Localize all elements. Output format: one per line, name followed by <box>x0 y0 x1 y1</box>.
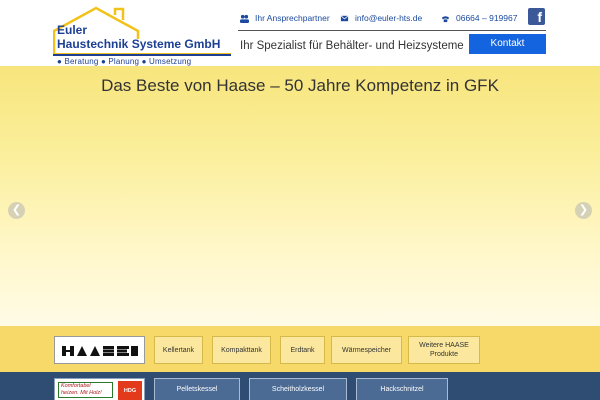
site-header: Euler Haustechnik Systeme GmbH ● Beratun… <box>0 0 600 66</box>
hero-slider: Das Beste von Haase – 50 Jahre Kompetenz… <box>0 66 600 326</box>
logo-name-line1: Euler <box>57 23 88 37</box>
contact-partner-label: Ihr Ansprechpartner <box>255 13 330 23</box>
slider-title: Das Beste von Haase – 50 Jahre Kompetenz… <box>101 76 499 95</box>
phone-icon <box>441 15 450 22</box>
haase-wordmark-icon <box>61 345 139 357</box>
kontakt-button[interactable]: Kontakt <box>469 34 546 54</box>
product-button-weitere-haase[interactable]: Weitere HAASE Produkte <box>408 336 480 364</box>
product-button-hackschnitzel[interactable]: Hackschnitzel <box>356 378 448 400</box>
contact-phone-link[interactable]: 06664 – 919967 <box>441 13 517 23</box>
company-logo[interactable]: Euler Haustechnik Systeme GmbH ● Beratun… <box>53 5 231 66</box>
chevron-left-icon[interactable]: ❮ <box>8 202 25 219</box>
product-button-pelletskessel[interactable]: Pelletskessel <box>154 378 240 400</box>
product-button-scheitholzkessel[interactable]: Scheitholzkessel <box>249 378 347 400</box>
hdg-logo[interactable]: Komfortabel heizen. Mit Holz! HDG <box>54 378 145 400</box>
contact-email-link[interactable]: info@euler-hts.de <box>340 13 422 23</box>
product-button-kellertank[interactable]: Kellertank <box>154 336 203 364</box>
chevron-right-icon[interactable]: ❯ <box>575 202 592 219</box>
hdg-product-row: Komfortabel heizen. Mit Holz! HDG Pellet… <box>0 372 600 400</box>
logo-name-line2: Haustechnik Systeme GmbH <box>57 37 221 51</box>
hdg-slogan-line2: heizen. Mit Holz! <box>61 390 102 396</box>
facebook-icon[interactable]: f <box>528 8 545 25</box>
product-button-erdtank[interactable]: Erdtank <box>280 336 325 364</box>
contact-phone: 06664 – 919967 <box>456 13 518 23</box>
product-button-kompakttank[interactable]: Kompakttank <box>212 336 271 364</box>
hdg-slogan-line1: Komfortabel <box>61 383 91 389</box>
contact-email: info@euler-hts.de <box>355 13 423 23</box>
haase-logo[interactable] <box>54 336 145 364</box>
header-divider <box>238 30 546 31</box>
product-button-waermespeicher[interactable]: Wärmespeicher <box>331 336 402 364</box>
envelope-icon <box>340 15 349 21</box>
logo-tagline: ● Beratung ● Planung ● Umsetzung <box>57 57 192 66</box>
hdg-badge-icon: HDG <box>118 381 142 400</box>
contact-partner-link[interactable]: Ihr Ansprechpartner <box>240 13 330 23</box>
logo-underline <box>53 54 231 56</box>
header-tagline: Ihr Spezialist für Behälter- und Heizsys… <box>240 40 464 52</box>
haase-product-row: Kellertank Kompakttank Erdtank Wärmespei… <box>0 326 600 372</box>
people-icon <box>240 14 249 23</box>
